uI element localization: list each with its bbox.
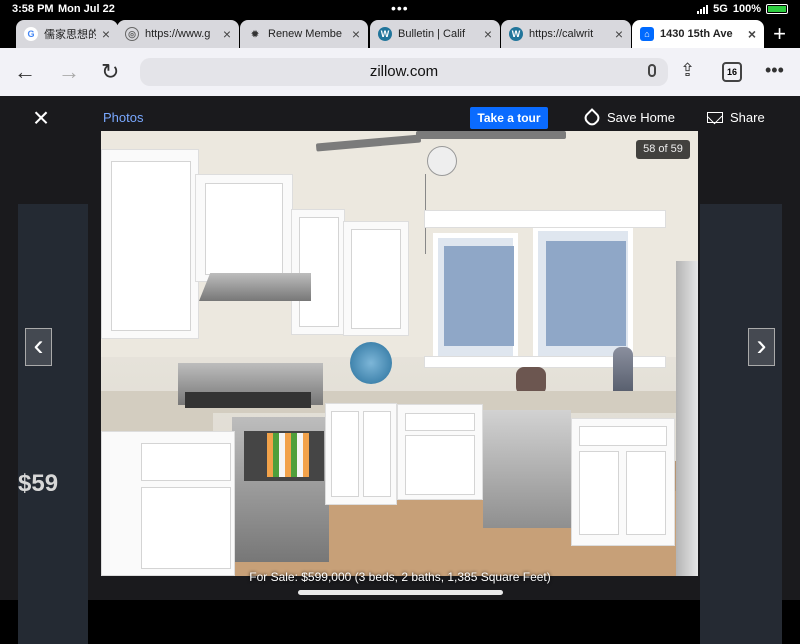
browser-tab-2[interactable]: ◎ https://www.g × (117, 20, 239, 48)
share-label: Share (730, 110, 765, 125)
url-text: zillow.com (369, 63, 439, 80)
close-icon[interactable]: × (223, 26, 231, 42)
tab-count-button[interactable]: 16 (722, 62, 742, 82)
save-home-button[interactable]: Save Home (582, 107, 675, 128)
photo-counter: 58 of 59 (636, 140, 690, 159)
browser-tab-4[interactable]: W Bulletin | Calif × (370, 20, 500, 48)
close-icon[interactable]: × (748, 26, 756, 42)
status-time: 3:58 PM (12, 3, 54, 15)
wordpress-icon: W (378, 27, 392, 41)
close-icon[interactable]: × (26, 104, 56, 134)
take-tour-button[interactable]: Take a tour (470, 107, 548, 129)
photos-tab-label[interactable]: Photos (103, 110, 143, 125)
network-label: 5G (713, 3, 728, 15)
signal-icon (697, 4, 709, 14)
crab-icon: ✹ (251, 28, 259, 39)
share-sheet-icon[interactable]: ⇪ (680, 60, 695, 81)
google-icon: G (24, 27, 38, 41)
tab-title-5: https://calwrit (529, 28, 594, 40)
share-button[interactable]: Share (707, 110, 765, 125)
ios-status-bar: 3:58 PM Mon Jul 22 ••• 5G 100% (0, 0, 800, 20)
home-indicator[interactable] (298, 590, 503, 595)
listing-photo[interactable] (101, 131, 698, 576)
battery-icon (766, 4, 788, 14)
wordpress-icon: W (509, 27, 523, 41)
close-icon[interactable]: × (484, 26, 492, 42)
next-photo-button[interactable]: › (748, 328, 775, 366)
microphone-icon[interactable] (648, 64, 656, 77)
browser-tab-3[interactable]: ✹ Renew Membe × (240, 20, 368, 48)
address-toolbar: ← → ↻ zillow.com ⇪ 16 ••• (0, 48, 800, 96)
reload-icon[interactable]: ↻ (101, 60, 119, 84)
status-date: Mon Jul 22 (58, 3, 115, 15)
tab-title-6: 1430 15th Ave (660, 28, 733, 40)
background-price: $59 (18, 470, 59, 497)
browser-tab-5[interactable]: W https://calwrit × (501, 20, 631, 48)
status-indicators: 5G 100% (697, 3, 788, 15)
listing-caption: For Sale: $599,000 (3 beds, 2 baths, 1,3… (249, 570, 551, 584)
close-icon[interactable]: × (615, 26, 623, 42)
tab-title-4: Bulletin | Calif (398, 28, 466, 40)
multitasking-dots-icon[interactable]: ••• (391, 0, 409, 16)
close-icon[interactable]: × (102, 26, 110, 42)
heart-icon (582, 107, 602, 128)
previous-photo-button[interactable]: ‹ (25, 328, 52, 366)
tab-title-1: 儒家思想的 (44, 29, 96, 41)
save-home-label: Save Home (607, 110, 675, 125)
forward-arrow-icon[interactable]: → (58, 60, 80, 84)
close-icon[interactable]: × (352, 26, 360, 42)
back-arrow-icon[interactable]: ← (14, 60, 36, 84)
browser-tab-strip: G 儒家思想的 × ◎ https://www.g × ✹ Renew Memb… (0, 20, 800, 48)
browser-tab-1[interactable]: G 儒家思想的 × (16, 20, 118, 48)
address-bar[interactable]: zillow.com (140, 58, 668, 86)
globe-icon: ◎ (125, 27, 139, 41)
mail-icon (707, 112, 723, 123)
new-tab-button[interactable]: + (773, 23, 786, 45)
zillow-icon: ⌂ (640, 27, 654, 41)
tab-title-2: https://www.g (145, 28, 211, 40)
battery-percent: 100% (732, 3, 761, 15)
tab-title-3: Renew Membe (268, 28, 342, 40)
more-options-icon[interactable]: ••• (765, 60, 784, 81)
browser-tab-active[interactable]: ⌂ 1430 15th Ave × (632, 20, 764, 48)
